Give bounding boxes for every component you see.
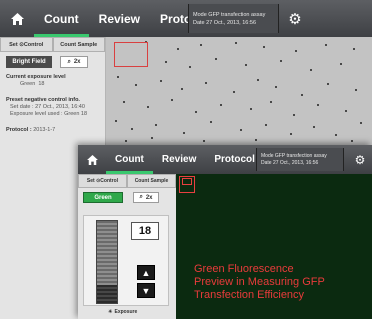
settings-button[interactable]: ⚙ — [350, 145, 370, 174]
tab-count[interactable]: Count — [34, 0, 89, 37]
channel-row: Green ⌕ 2x — [83, 192, 159, 203]
subtab-count-sample[interactable]: Count Sample — [52, 37, 105, 52]
preset-title: Preset negative control info. — [6, 97, 80, 103]
mode-info-box: Mode GFP transfection assay Date 27 Oct.… — [188, 4, 279, 33]
top-navigation-bar: Count Review Protocol Mode GFP transfect… — [78, 145, 372, 174]
green-fluorescence-screen: Count Review Protocol Mode GFP transfect… — [78, 145, 372, 319]
exposure-label-row: ☀ Exposure — [108, 309, 137, 315]
magnification-button[interactable]: ⌕ 2x — [60, 56, 88, 68]
protocol-label: Protocol : — [6, 127, 32, 133]
date-label: Date — [193, 19, 205, 26]
protocol-value: 2013-1-7 — [33, 127, 56, 133]
home-icon — [86, 154, 98, 165]
settings-button[interactable]: ⚙ — [283, 0, 307, 37]
mode-label: Mode — [193, 11, 207, 18]
date-label: Date — [261, 159, 272, 166]
exposure-control: 18 ▲ ▼ — [83, 215, 169, 306]
control-side-panel: Set ⊙Control Count Sample Green ⌕ 2x 18 … — [78, 174, 176, 319]
exposure-slider[interactable] — [96, 220, 118, 304]
exposure-channel: Green — [20, 81, 36, 87]
exposure-info: Current exposure level Green 18 — [6, 74, 66, 88]
magnification-value: 2x — [73, 59, 81, 65]
subtab-count-sample[interactable]: Count Sample — [127, 174, 176, 188]
arrow-up-icon: ▲ — [141, 267, 151, 278]
subtab-set-control[interactable]: Set ⊙Control — [0, 37, 53, 52]
preset-info: Preset negative control info. Set date :… — [6, 97, 87, 118]
bright-field-button[interactable]: Bright Field — [6, 56, 52, 68]
subtab-set-control[interactable]: Set ⊙Control — [78, 174, 127, 188]
exposure-title: Current exposure level — [6, 74, 66, 80]
magnification-button[interactable]: ⌕ 2x — [133, 192, 159, 203]
caption-line-3: Transfection Efficiency — [194, 289, 305, 301]
gear-icon: ⚙ — [288, 10, 302, 28]
exposure-down-button[interactable]: ▼ — [137, 283, 155, 298]
green-channel-button[interactable]: Green — [83, 192, 123, 203]
preset-exposure: Exposure level used : Green 18 — [10, 111, 88, 117]
gear-icon: ⚙ — [354, 152, 366, 167]
magnify-icon: ⌕ — [139, 194, 143, 200]
tab-review[interactable]: Review — [153, 154, 205, 165]
channel-row: Bright Field ⌕ 2x — [6, 56, 88, 68]
mode-label: Mode — [261, 152, 274, 159]
green-fluorescence-image[interactable]: Green Fluorescence Preview in Measuring … — [176, 174, 372, 319]
caption-line-2: Preview in Measuring GFP — [194, 276, 325, 288]
preset-date: Set date : 27 Oct., 2013, 16:40 — [10, 104, 85, 110]
exposure-value: 18 — [131, 222, 159, 240]
home-button[interactable] — [78, 145, 106, 174]
roi-inner-marker — [182, 178, 192, 185]
mode-value: GFP transfection assay — [274, 152, 327, 159]
home-icon — [10, 12, 24, 25]
magnification-value: 2x — [145, 194, 153, 201]
exposure-value: 18 — [38, 81, 45, 87]
sun-icon: ☀ — [108, 309, 113, 315]
home-button[interactable] — [0, 0, 34, 37]
tab-review[interactable]: Review — [89, 12, 150, 26]
roi-marker[interactable] — [114, 42, 148, 67]
exposure-slider-fill — [97, 284, 117, 303]
arrow-down-icon: ▼ — [141, 285, 151, 296]
subtabs: Set ⊙Control Count Sample — [0, 37, 105, 52]
magnify-icon: ⌕ — [67, 58, 71, 65]
exposure-label: Exposure — [114, 309, 138, 315]
top-navigation-bar: Count Review Protocol Mode GFP transfect… — [0, 0, 372, 37]
date-value: 27 Oct., 2013, 16:56 — [206, 19, 256, 26]
exposure-up-button[interactable]: ▲ — [137, 265, 155, 280]
tab-count[interactable]: Count — [106, 146, 153, 174]
date-value: 27 Oct., 2013, 16:56 — [272, 159, 319, 166]
mode-value: GFP transfection assay — [208, 11, 266, 18]
caption-line-1: Green Fluorescence — [194, 263, 294, 275]
caption: Green Fluorescence Preview in Measuring … — [194, 263, 372, 302]
protocol-info: Protocol : 2013-1-7 — [6, 127, 55, 134]
mode-info-box: Mode GFP transfection assay Date 27 Oct.… — [256, 148, 344, 171]
subtabs: Set ⊙Control Count Sample — [78, 174, 176, 188]
